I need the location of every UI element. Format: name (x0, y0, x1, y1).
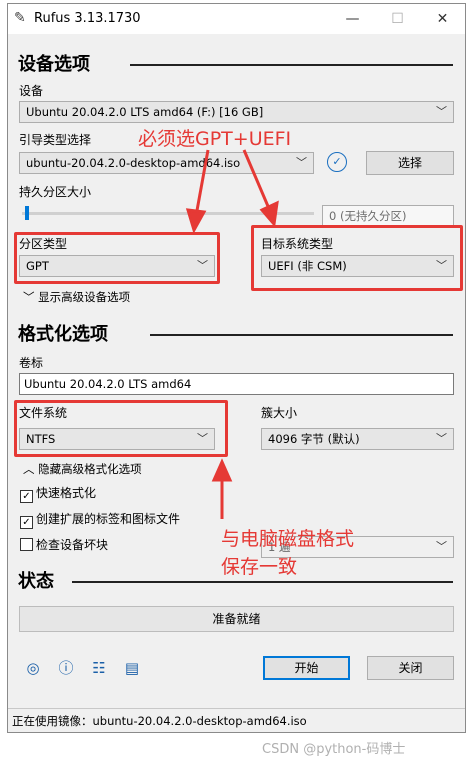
arrow-head-icon (259, 200, 279, 228)
rufus-window: ✎ Rufus 3.13.1730 — ☐ ✕ 设备选项 设备 Ubuntu 2… (7, 3, 466, 733)
arrow-head-icon (185, 208, 207, 234)
annotation-arrow-line (242, 149, 272, 212)
watermark: CSDN @python-码博士 (262, 742, 406, 757)
annotation-arrow-line (194, 149, 210, 217)
annotation-arrows (185, 149, 279, 519)
arrow-head-icon (211, 458, 233, 482)
